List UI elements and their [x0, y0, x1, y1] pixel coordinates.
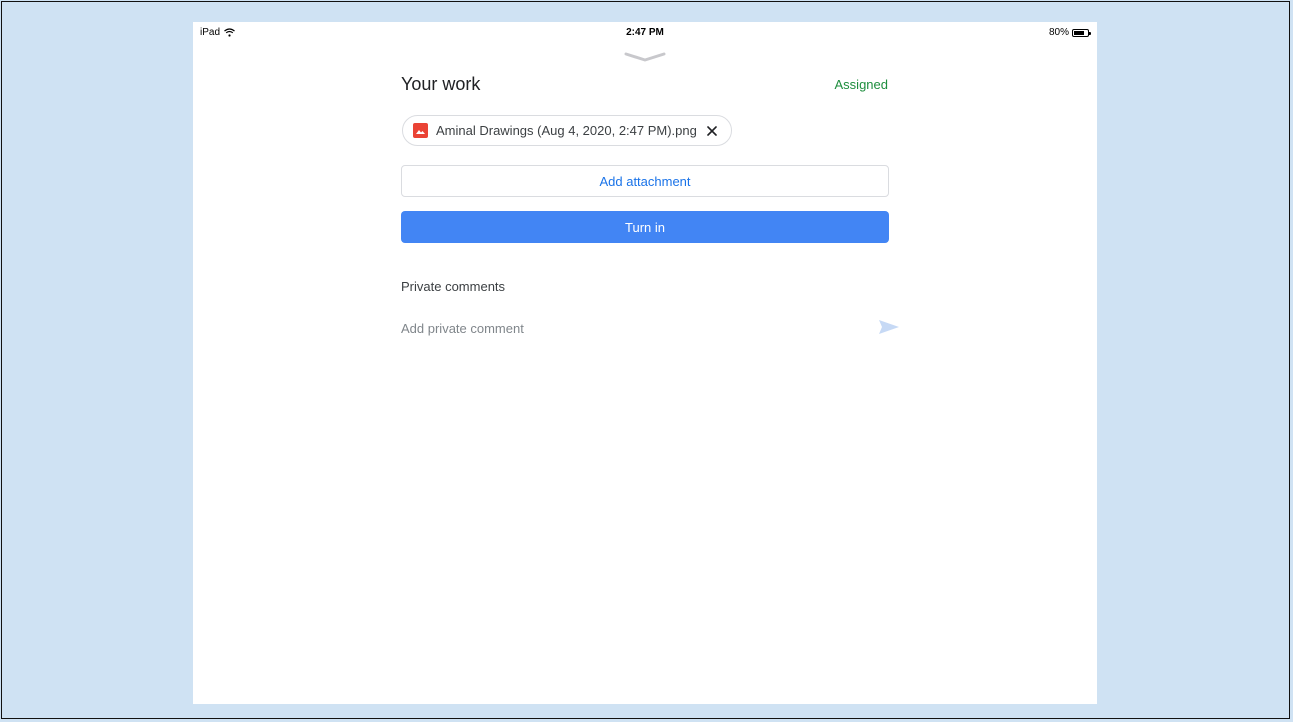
turn-in-button[interactable]: Turn in — [401, 211, 889, 243]
private-comment-input[interactable] — [401, 318, 851, 338]
battery-icon — [1072, 28, 1091, 37]
battery-percent: 80% — [1048, 27, 1069, 38]
battery-fill — [1074, 30, 1084, 35]
image-icon — [413, 123, 428, 138]
attachment-filename: Aminal Drawings (Aug 4, 2020, 2:47 PM).p… — [436, 123, 697, 138]
add-attachment-button[interactable]: Add attachment — [401, 165, 889, 197]
attachment-chip[interactable]: Aminal Drawings (Aug 4, 2020, 2:47 PM).p… — [402, 115, 732, 146]
status-bar: iPad 2:47 PM 80% — [193, 22, 1097, 42]
private-comments-heading: Private comments — [401, 279, 506, 294]
ipad-screen: iPad 2:47 PM 80% Your work Assigned Amin… — [193, 22, 1097, 704]
close-icon[interactable] — [705, 124, 719, 138]
assignment-status: Assigned — [834, 77, 888, 92]
status-time: 2:47 PM — [626, 27, 664, 38]
page-title: Your work — [401, 74, 481, 94]
chevron-down-icon[interactable] — [623, 52, 667, 62]
status-right: 80% — [1048, 27, 1091, 38]
send-icon[interactable] — [879, 320, 899, 334]
